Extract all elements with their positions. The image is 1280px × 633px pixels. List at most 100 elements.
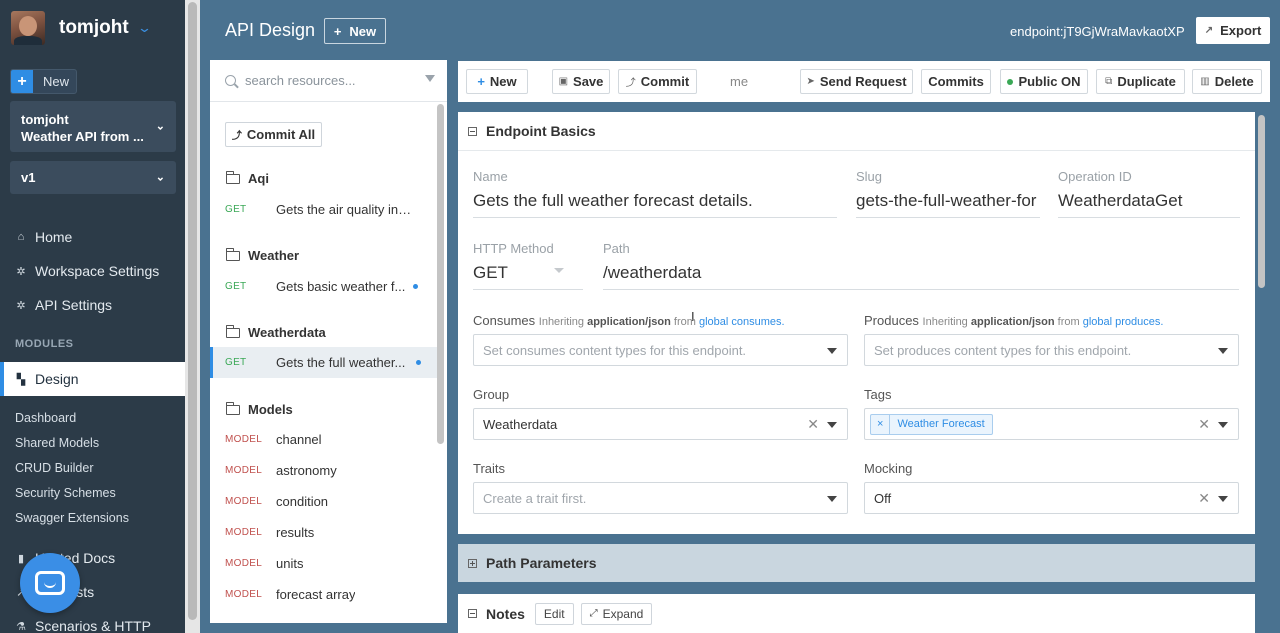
tags-label: Tags [864,387,892,402]
user-menu[interactable]: tomjoht ⌄ [11,10,152,46]
method-badge: MODEL [225,527,263,538]
consumes-select[interactable]: Set consumes content types for this endp… [473,334,848,366]
sub-swagger-extensions[interactable]: Swagger Extensions [15,511,129,525]
commit-all-label: Commit All [246,127,316,142]
search-input[interactable] [245,73,415,88]
export-label: Export [1220,23,1262,38]
group-weatherdata[interactable]: Weatherdata [225,324,326,340]
folder-icon [225,170,240,184]
http-method-select[interactable]: GET [473,263,583,290]
nav-workspace-settings[interactable]: ✲ Workspace Settings [0,254,185,288]
nav-api-settings[interactable]: ✲ API Settings [0,288,185,322]
edit-label: Edit [543,606,565,621]
hint-type: application/json [970,316,1055,328]
hint-type: application/json [587,316,671,328]
model-row[interactable]: MODEL forecast array [210,579,437,610]
save-icon: ▣ [558,76,569,87]
notes-edit-button[interactable]: Edit [534,602,574,625]
resource-search [210,60,447,102]
export-button[interactable]: ↗ Export [1196,17,1270,44]
group-label: Group [473,387,510,402]
external-link-icon: ↗ [1204,25,1214,36]
operation-id-field[interactable]: WeatherdataGet [1058,191,1240,218]
produces-hint: Inheriting application/json from global … [923,316,1164,328]
nav-scenarios[interactable]: ⚗ Scenarios & HTTP [0,609,185,633]
sub-crud-builder[interactable]: CRUD Builder [15,461,94,475]
tag-label: Weather Forecast [897,418,985,430]
method-badge: GET [225,357,247,368]
resource-row[interactable]: GET Gets the air quality ind... [210,194,437,225]
mocking-value: Off [874,490,892,506]
version-label: v1 [21,170,36,185]
header-new-button[interactable]: + New [324,18,386,44]
sub-dashboard[interactable]: Dashboard [15,411,76,425]
name-field[interactable]: Gets the full weather forecast details. [473,191,837,218]
save-button[interactable]: ▣ Save [552,69,610,94]
remove-tag-icon[interactable]: × [871,414,891,434]
resource-row[interactable]: GET Gets basic weather f... [210,271,437,302]
model-row[interactable]: MODEL condition [210,486,437,517]
public-toggle-button[interactable]: Public ON [1000,69,1088,94]
model-row[interactable]: MODEL units [210,548,437,579]
mocking-select[interactable]: Off ✕ [864,482,1239,514]
plus-icon: + [477,74,485,89]
hint-from: from [673,316,696,328]
folder-icon [225,247,240,261]
endpoint-basics-header[interactable]: Endpoint Basics [458,112,1255,151]
send-request-button[interactable]: ➤ Send Request [800,69,913,94]
nav-home[interactable]: ⌂ Home [0,220,185,254]
http-method-label: HTTP Method [473,241,554,256]
resource-name: Gets the full weather... [276,355,406,370]
nav-design[interactable]: ▚ Design [0,362,185,396]
sub-security-schemes[interactable]: Security Schemes [15,486,116,500]
sub-shared-models[interactable]: Shared Models [15,436,99,450]
workspace-selector[interactable]: tomjoht Weather API from ... ⌄ [10,101,176,152]
commit-button[interactable]: ⤴ Commit [618,69,697,94]
new-endpoint-button[interactable]: + New [466,69,528,94]
hint-pre: Inheriting [538,316,585,328]
new-button[interactable]: + New [10,69,77,94]
clear-icon[interactable]: ✕ [1198,416,1210,433]
delete-button[interactable]: ▥ Delete [1192,69,1262,94]
collapse-icon[interactable] [468,609,477,618]
chevron-down-icon: ⌄ [155,171,165,183]
model-name: units [276,556,304,571]
path-label: Path [603,241,630,256]
group-aqi[interactable]: Aqi [225,170,269,186]
duplicate-button[interactable]: ⧉ Duplicate [1096,69,1185,94]
path-field[interactable]: /weatherdata [603,263,1239,290]
global-consumes-link[interactable]: global consumes. [699,316,785,328]
slug-field[interactable]: gets-the-full-weather-for [856,191,1040,218]
traits-select[interactable]: Create a trait first. [473,482,848,514]
group-select[interactable]: Weatherdata ✕ [473,408,848,440]
flask-icon: ⚗ [16,620,26,633]
version-selector[interactable]: v1 ⌄ [10,161,176,194]
editor-scrollbar[interactable] [1256,112,1268,633]
produces-select[interactable]: Set produces content types for this endp… [864,334,1239,366]
commits-button[interactable]: Commits [921,69,991,94]
chevron-down-icon [554,268,564,273]
chat-launcher-icon[interactable] [20,553,80,613]
model-name: astronomy [276,463,337,478]
model-row[interactable]: MODEL astronomy [210,455,437,486]
commit-all-button[interactable]: ⤴ Commit All [225,122,322,147]
tags-select[interactable]: × Weather Forecast ✕ [864,408,1239,440]
clear-icon[interactable]: ✕ [807,416,819,433]
model-row[interactable]: MODEL results [210,517,437,548]
resource-row-selected[interactable]: GET Gets the full weather... [210,347,437,378]
endpoint-editor: Endpoint Basics Name Gets the full weath… [458,112,1270,633]
resources-scrollbar[interactable] [437,104,445,623]
group-weather[interactable]: Weather [225,247,299,263]
endpoint-id: endpoint:jT9GjWraMavkaotXP [1010,24,1185,39]
clear-icon[interactable]: ✕ [1198,490,1210,507]
model-row[interactable]: MODEL channel [210,424,437,455]
filter-icon[interactable] [425,75,435,82]
design-icon: ▚ [16,373,26,386]
model-name: results [276,525,315,540]
path-parameters-header[interactable]: Path Parameters [458,544,1255,582]
group-models[interactable]: Models [225,401,293,417]
global-produces-link[interactable]: global produces. [1083,316,1164,328]
page-title: API Design [225,20,316,40]
nav-scrollbar[interactable] [185,0,200,633]
notes-expand-button[interactable]: ⤢ Expand [580,602,653,625]
